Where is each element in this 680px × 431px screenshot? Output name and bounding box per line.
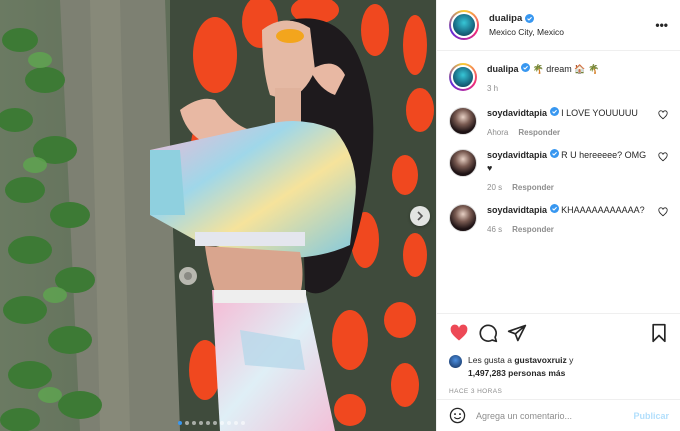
comment-input[interactable]	[476, 410, 634, 421]
comment-text-row: soydavidtapia R U hereeeee? OMG ♥	[487, 149, 652, 175]
commenter-avatar[interactable]	[449, 204, 477, 232]
comments-list: dualipa 🌴 dream 🏠 🌴 3 h soydavidtapia I …	[437, 51, 680, 312]
more-horizontal-icon: •••	[655, 18, 668, 32]
share-icon[interactable]	[507, 323, 527, 343]
add-comment-bar: Publicar	[437, 399, 680, 431]
comment-meta: Ahora Responder	[487, 128, 652, 137]
commenter-avatar[interactable]	[449, 107, 477, 135]
comment-meta: 46 s Responder	[487, 225, 652, 234]
verified-badge-icon	[521, 63, 531, 72]
post-media[interactable]	[0, 0, 436, 431]
carousel-dot	[199, 421, 203, 425]
post-header: dualipa Mexico City, Mexico •••	[437, 0, 680, 51]
likes-text: Les gusta a gustavoxruiz y 1,497,283 per…	[468, 354, 573, 380]
carousel-dot	[234, 421, 238, 425]
comment-username[interactable]: soydavidtapia	[487, 150, 547, 160]
carousel-indicator	[178, 421, 245, 425]
heart-filled-icon[interactable]	[449, 323, 469, 343]
heart-outline-icon[interactable]	[658, 207, 668, 217]
action-icons-row	[449, 322, 669, 344]
instagram-post: dualipa Mexico City, Mexico ••• dualipa	[0, 0, 680, 431]
carousel-dot	[206, 421, 210, 425]
post-caption: dualipa 🌴 dream 🏠 🌴 3 h	[449, 63, 668, 93]
more-options-button[interactable]: •••	[655, 18, 668, 32]
caption-body: dualipa 🌴 dream 🏠 🌴 3 h	[487, 63, 668, 93]
comment-text-row: soydavidtapia KHAAAAAAAAAAA?	[487, 204, 652, 217]
carousel-next-button[interactable]	[410, 206, 430, 226]
reply-button[interactable]: Responder	[512, 183, 554, 192]
post-location[interactable]: Mexico City, Mexico	[489, 27, 655, 37]
carousel-dot	[178, 421, 182, 425]
comment-body: soydavidtapia I LOVE YOUUUUU Ahora Respo…	[487, 107, 652, 137]
comment-body: soydavidtapia R U hereeeee? OMG ♥ 20 s R…	[487, 149, 652, 192]
comment-text: I LOVE YOUUUUU	[561, 108, 638, 118]
comment-item: soydavidtapia KHAAAAAAAAAAA? 46 s Respon…	[449, 204, 668, 234]
caption-username[interactable]: dualipa	[487, 64, 519, 74]
comment-item: soydavidtapia I LOVE YOUUUUU Ahora Respo…	[449, 107, 668, 137]
carousel-dot	[213, 421, 217, 425]
author-info: dualipa Mexico City, Mexico	[489, 13, 655, 37]
comment-time[interactable]: Ahora	[487, 128, 508, 137]
caption-meta: 3 h	[487, 84, 668, 93]
comment-body: soydavidtapia KHAAAAAAAAAAA? 46 s Respon…	[487, 204, 652, 234]
likes-count[interactable]: 1,497,283 personas más	[468, 368, 565, 378]
comment-time[interactable]: 20 s	[487, 183, 502, 192]
likes-connector: y	[569, 355, 574, 365]
heart-outline-icon[interactable]	[658, 110, 668, 120]
post-actions: Les gusta a gustavoxruiz y 1,497,283 per…	[437, 313, 680, 395]
carousel-dot	[192, 421, 196, 425]
chevron-right-icon	[417, 211, 424, 221]
likes-summary: Les gusta a gustavoxruiz y 1,497,283 per…	[449, 354, 669, 380]
comment-item: soydavidtapia R U hereeeee? OMG ♥ 20 s R…	[449, 149, 668, 192]
carousel-dot	[241, 421, 245, 425]
verified-badge-icon	[549, 107, 559, 116]
author-username-row: dualipa	[489, 13, 655, 24]
verified-badge-icon	[549, 204, 559, 213]
comment-username[interactable]: soydavidtapia	[487, 108, 547, 118]
post-side-panel: dualipa Mexico City, Mexico ••• dualipa	[436, 0, 680, 431]
liker-avatar[interactable]	[449, 355, 462, 368]
commenter-avatar[interactable]	[449, 149, 477, 177]
comment-text: KHAAAAAAAAAAA?	[561, 205, 645, 215]
verified-badge-icon	[525, 14, 535, 23]
comment-username[interactable]: soydavidtapia	[487, 205, 547, 215]
likes-prefix: Les gusta a	[468, 355, 512, 365]
verified-badge-icon	[549, 149, 559, 158]
author-avatar[interactable]	[449, 10, 479, 40]
carousel-dot	[220, 421, 224, 425]
comment-text-row: soydavidtapia I LOVE YOUUUUU	[487, 107, 652, 120]
carousel-dot	[227, 421, 231, 425]
comment-icon[interactable]	[478, 323, 498, 343]
heart-outline-icon[interactable]	[658, 152, 668, 162]
liker-username[interactable]: gustavoxruiz	[514, 355, 566, 365]
caption-text: 🌴 dream 🏠 🌴	[532, 64, 600, 74]
carousel-dot	[185, 421, 189, 425]
bookmark-icon[interactable]	[649, 323, 669, 343]
post-photo	[0, 0, 436, 431]
caption-time[interactable]: 3 h	[487, 84, 498, 93]
comment-meta: 20 s Responder	[487, 183, 652, 192]
publish-button[interactable]: Publicar	[633, 411, 669, 421]
caption-text-row: dualipa 🌴 dream 🏠 🌴	[487, 63, 668, 76]
author-username[interactable]: dualipa	[489, 13, 522, 24]
comment-time[interactable]: 46 s	[487, 225, 502, 234]
post-timestamp[interactable]: HACE 3 HORAS	[449, 388, 669, 395]
reply-button[interactable]: Responder	[518, 128, 560, 137]
smile-icon[interactable]	[449, 407, 466, 424]
reply-button[interactable]: Responder	[512, 225, 554, 234]
caption-avatar[interactable]	[449, 63, 477, 91]
